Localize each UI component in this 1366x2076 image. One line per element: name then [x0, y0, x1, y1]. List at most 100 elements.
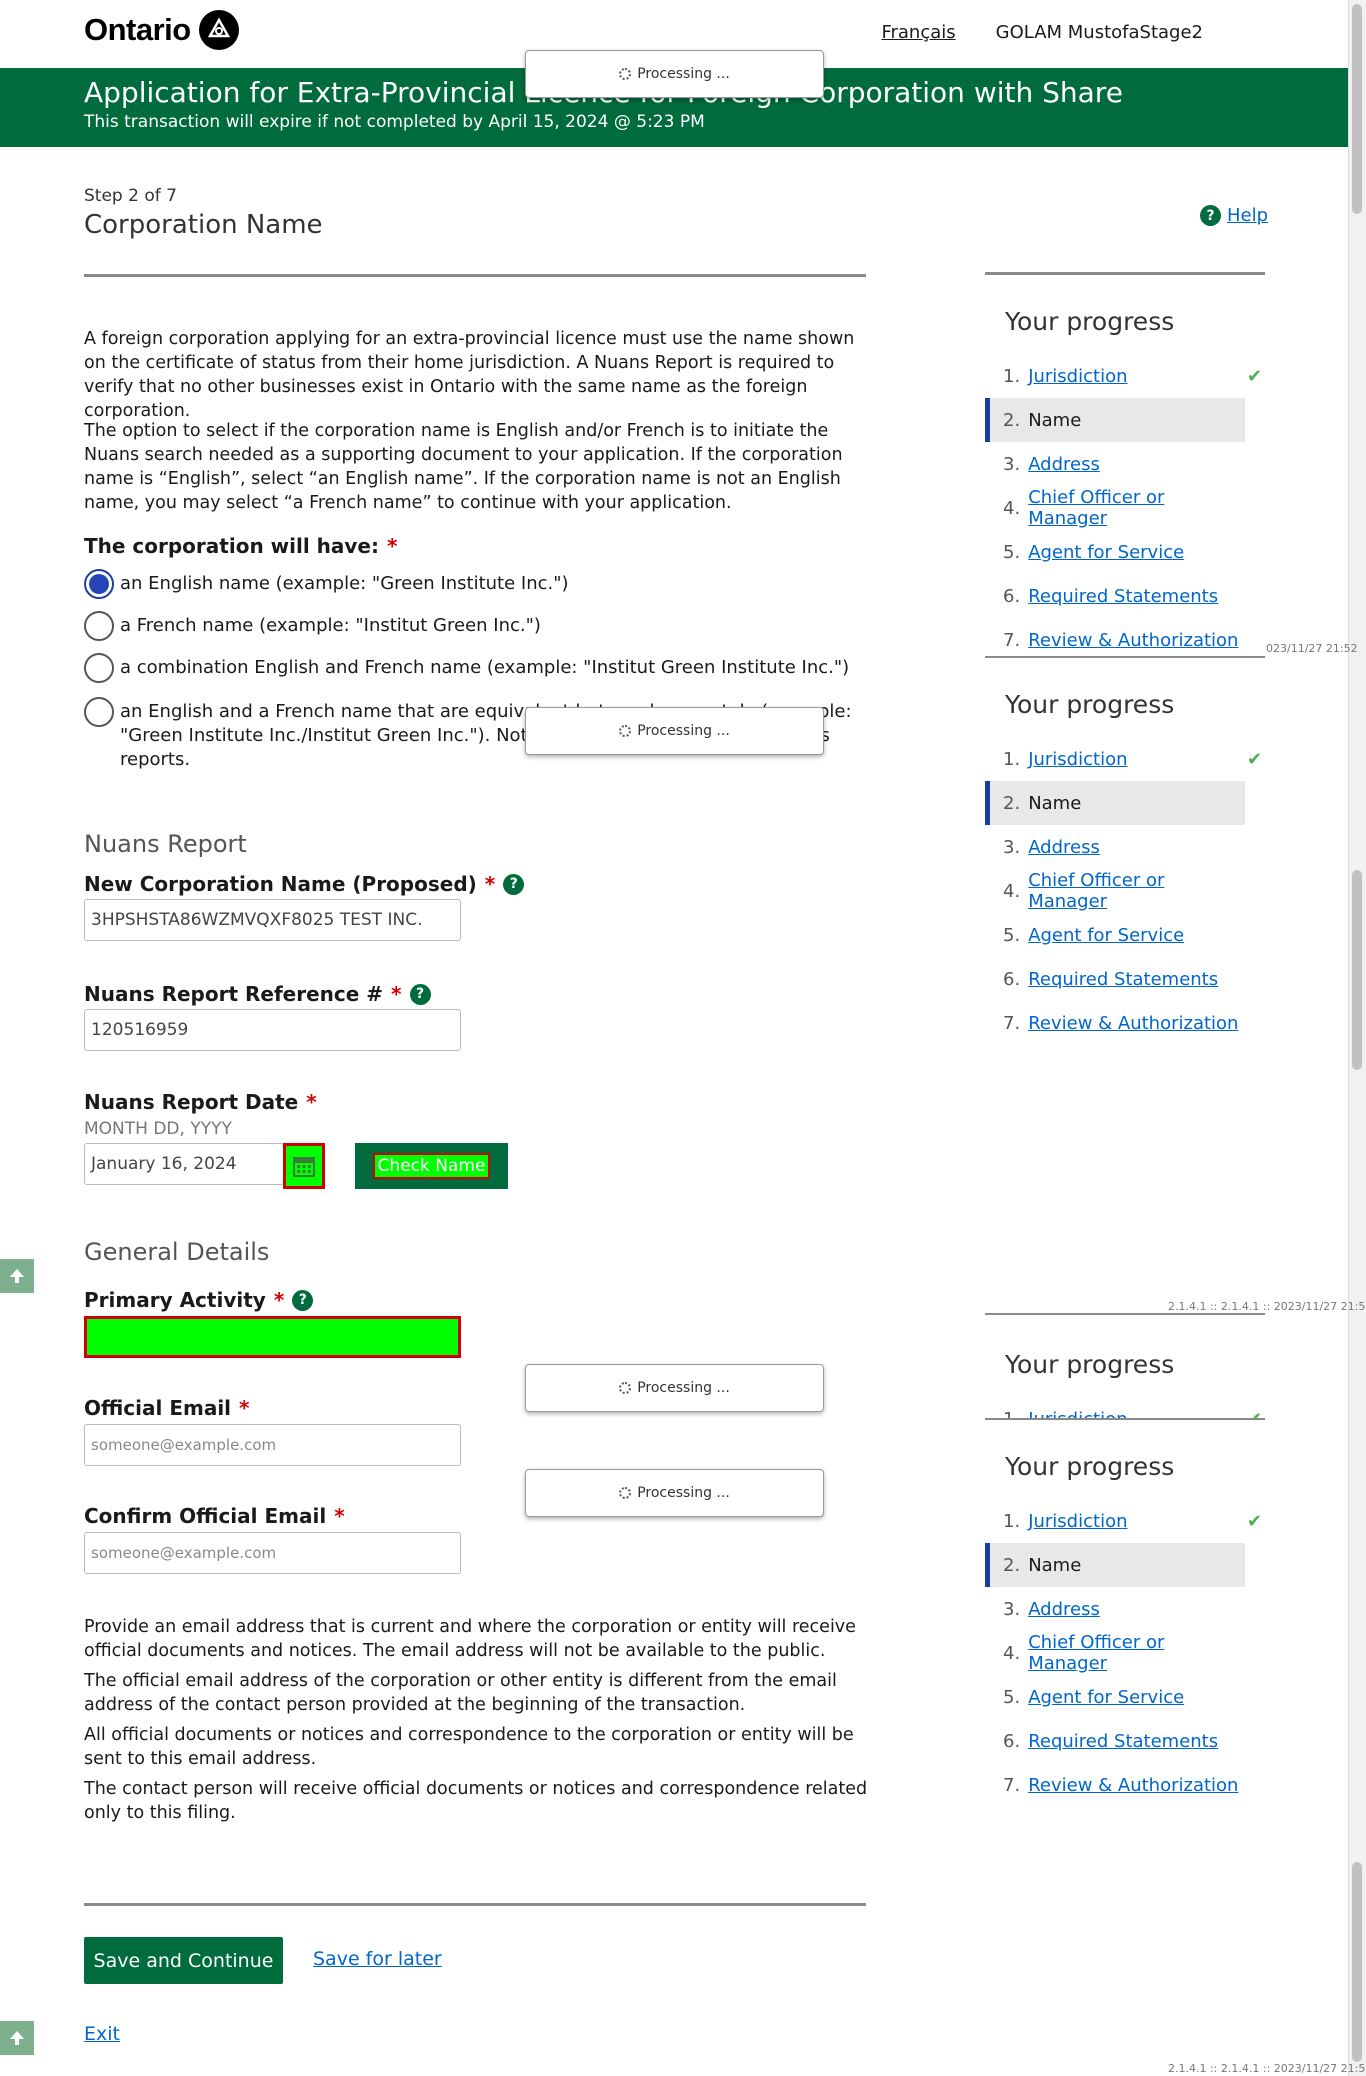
progress-item-agent[interactable]: 5. Agent for Service	[985, 530, 1245, 574]
required-marker: *	[239, 1396, 250, 1420]
radio-combination-name[interactable]: a combination English and French name (e…	[84, 653, 874, 683]
save-for-later-link[interactable]: Save for later	[313, 1948, 442, 1970]
ontario-logo[interactable]: Ontario	[84, 10, 239, 50]
back-to-top-button[interactable]	[0, 2021, 34, 2055]
required-marker: *	[386, 534, 398, 558]
nuans-date-input[interactable]: January 16, 2024	[84, 1143, 284, 1185]
progress-item-agent[interactable]: 5. Agent for Service	[985, 1675, 1245, 1719]
intro-paragraph: A foreign corporation applying for an ex…	[84, 329, 855, 421]
nuans-date-label: Nuans Report Date *	[84, 1090, 317, 1114]
help-link[interactable]: ? Help	[1200, 205, 1268, 226]
logo-text: Ontario	[84, 12, 191, 47]
page-title: Corporation Name	[84, 210, 323, 240]
help-icon: ?	[1200, 205, 1221, 226]
corp-name-label: New Corporation Name (Proposed) * ?	[84, 872, 525, 896]
help-icon[interactable]: ?	[292, 1289, 314, 1311]
progress-item-chief-officer[interactable]: 4. Chief Officer or Manager	[985, 1631, 1245, 1675]
divider	[985, 1418, 1265, 1420]
help-icon[interactable]: ?	[503, 873, 525, 895]
step-indicator: Step 2 of 7	[84, 186, 177, 206]
radio-label: an English name (example: "Green Institu…	[120, 573, 569, 594]
required-marker: *	[273, 1288, 285, 1312]
nuans-ref-label: Nuans Report Reference # * ?	[84, 982, 431, 1006]
version-text: 023/11/27 21:52	[1266, 642, 1358, 655]
radio-english-name[interactable]: an English name (example: "Green Institu…	[84, 569, 874, 599]
required-marker: *	[391, 982, 402, 1006]
progress-item-statements[interactable]: 6. Required Statements	[985, 957, 1245, 1001]
scroll-thumb[interactable]	[1352, 870, 1362, 1070]
save-and-continue-button[interactable]: Save and Continue	[84, 1937, 283, 1984]
progress-list-container: Your progress 1. Jurisdiction ✔ 2. Name 3. A…	[985, 307, 1265, 657]
email-note: The contact person will receive official…	[84, 1779, 868, 1823]
progress-title: Your progress	[1005, 1452, 1175, 1481]
scroll-thumb[interactable]	[1352, 4, 1362, 214]
progress-item-review[interactable]: 7. Review & Authorization	[985, 618, 1245, 657]
progress-item-chief-officer[interactable]: 4. Chief Officer or Manager	[985, 486, 1245, 530]
exit-link[interactable]: Exit	[84, 2023, 120, 2045]
checkmark-icon: ✔	[1247, 365, 1263, 387]
processing-dialog: Processing ...	[525, 707, 824, 755]
progress-panel: Your progress 1. Jurisdiction ✔ 2. Name 3. A…	[985, 690, 1265, 1045]
processing-dialog: Processing ...	[525, 50, 824, 98]
divider	[985, 1313, 1265, 1315]
primary-activity-select[interactable]	[84, 1316, 461, 1358]
divider	[84, 274, 866, 277]
help-link-text[interactable]: Help	[1227, 205, 1268, 226]
radio-button[interactable]	[84, 611, 114, 641]
calendar-button[interactable]	[283, 1143, 325, 1189]
radio-button[interactable]	[84, 653, 114, 683]
progress-item-agent[interactable]: 5. Agent for Service	[985, 913, 1245, 957]
arrow-up-icon	[10, 2031, 24, 2045]
radio-button[interactable]	[84, 569, 114, 599]
divider	[985, 656, 1265, 658]
official-email-input[interactable]: someone@example.com	[84, 1424, 461, 1466]
spinner-icon	[619, 1487, 632, 1499]
progress-item-address[interactable]: 3. Address	[985, 1587, 1245, 1631]
processing-dialog: Processing ...	[525, 1469, 824, 1517]
progress-item-jurisdiction[interactable]: 1. Jurisdiction ✔	[985, 737, 1262, 781]
progress-item-name: 2. Name	[985, 781, 1245, 825]
check-name-button[interactable]: Check Name	[355, 1143, 508, 1189]
progress-item-address[interactable]: 3. Address	[985, 442, 1245, 486]
progress-title: Your progress	[1005, 1350, 1175, 1379]
general-section-heading: General Details	[84, 1238, 270, 1266]
spinner-icon	[619, 1382, 632, 1394]
arrow-up-icon	[10, 1269, 24, 1283]
spinner-icon	[619, 68, 632, 80]
progress-item-review[interactable]: 7. Review & Authorization	[985, 1763, 1245, 1807]
version-text: 2.1.4.1 :: 2.1.4.1 :: 2023/11/27 21:52	[1168, 1300, 1366, 1313]
progress-item-address[interactable]: 3. Address	[985, 825, 1245, 869]
back-to-top-button[interactable]	[0, 1259, 34, 1293]
progress-panel: Your progress 1. Jurisdiction ✔ 2. Name 3. A…	[985, 1452, 1265, 1807]
required-marker: *	[484, 872, 496, 896]
required-marker: *	[334, 1504, 345, 1528]
nuans-ref-input[interactable]: 120516959	[84, 1009, 461, 1051]
progress-item-jurisdiction[interactable]: 1. Jurisdiction ✔	[985, 1397, 1262, 1420]
progress-item-name: 2. Name	[985, 1543, 1245, 1587]
check-name-label: Check Name	[372, 1153, 491, 1179]
trillium-icon	[198, 10, 239, 50]
processing-dialog: Processing ...	[525, 1364, 824, 1412]
radio-label: a combination English and French name (e…	[120, 657, 850, 678]
progress-item-name: 2. Name	[985, 398, 1245, 442]
progress-item-statements[interactable]: 6. Required Statements	[985, 1719, 1245, 1763]
language-toggle-link[interactable]: Français	[881, 22, 955, 43]
scroll-thumb[interactable]	[1352, 1862, 1362, 2062]
confirm-email-input[interactable]: someone@example.com	[84, 1532, 461, 1574]
email-note: The official email address of the corpor…	[84, 1671, 837, 1715]
name-type-label: The corporation will have: *	[84, 534, 398, 558]
progress-item-jurisdiction[interactable]: 1. Jurisdiction ✔	[985, 354, 1262, 398]
radio-french-name[interactable]: a French name (example: "Institut Green …	[84, 611, 874, 641]
progress-title: Your progress	[1005, 690, 1175, 719]
radio-button[interactable]	[84, 697, 114, 727]
progress-item-jurisdiction[interactable]: 1. Jurisdiction ✔	[985, 1499, 1262, 1543]
primary-activity-label: Primary Activity * ?	[84, 1288, 314, 1312]
help-icon[interactable]: ?	[409, 983, 431, 1005]
progress-item-chief-officer[interactable]: 4. Chief Officer or Manager	[985, 869, 1245, 913]
progress-list-container: Your progress 1. Jurisdiction ✔	[985, 1350, 1265, 1419]
corp-name-input[interactable]: 3HPSHSTA86WZMVQXF8025 TEST INC.	[84, 899, 461, 941]
intro-paragraph: The option to select if the corporation …	[84, 421, 843, 513]
date-format-hint: MONTH DD, YYYY	[84, 1119, 232, 1139]
progress-item-statements[interactable]: 6. Required Statements	[985, 574, 1245, 618]
progress-item-review[interactable]: 7. Review & Authorization	[985, 1001, 1245, 1045]
